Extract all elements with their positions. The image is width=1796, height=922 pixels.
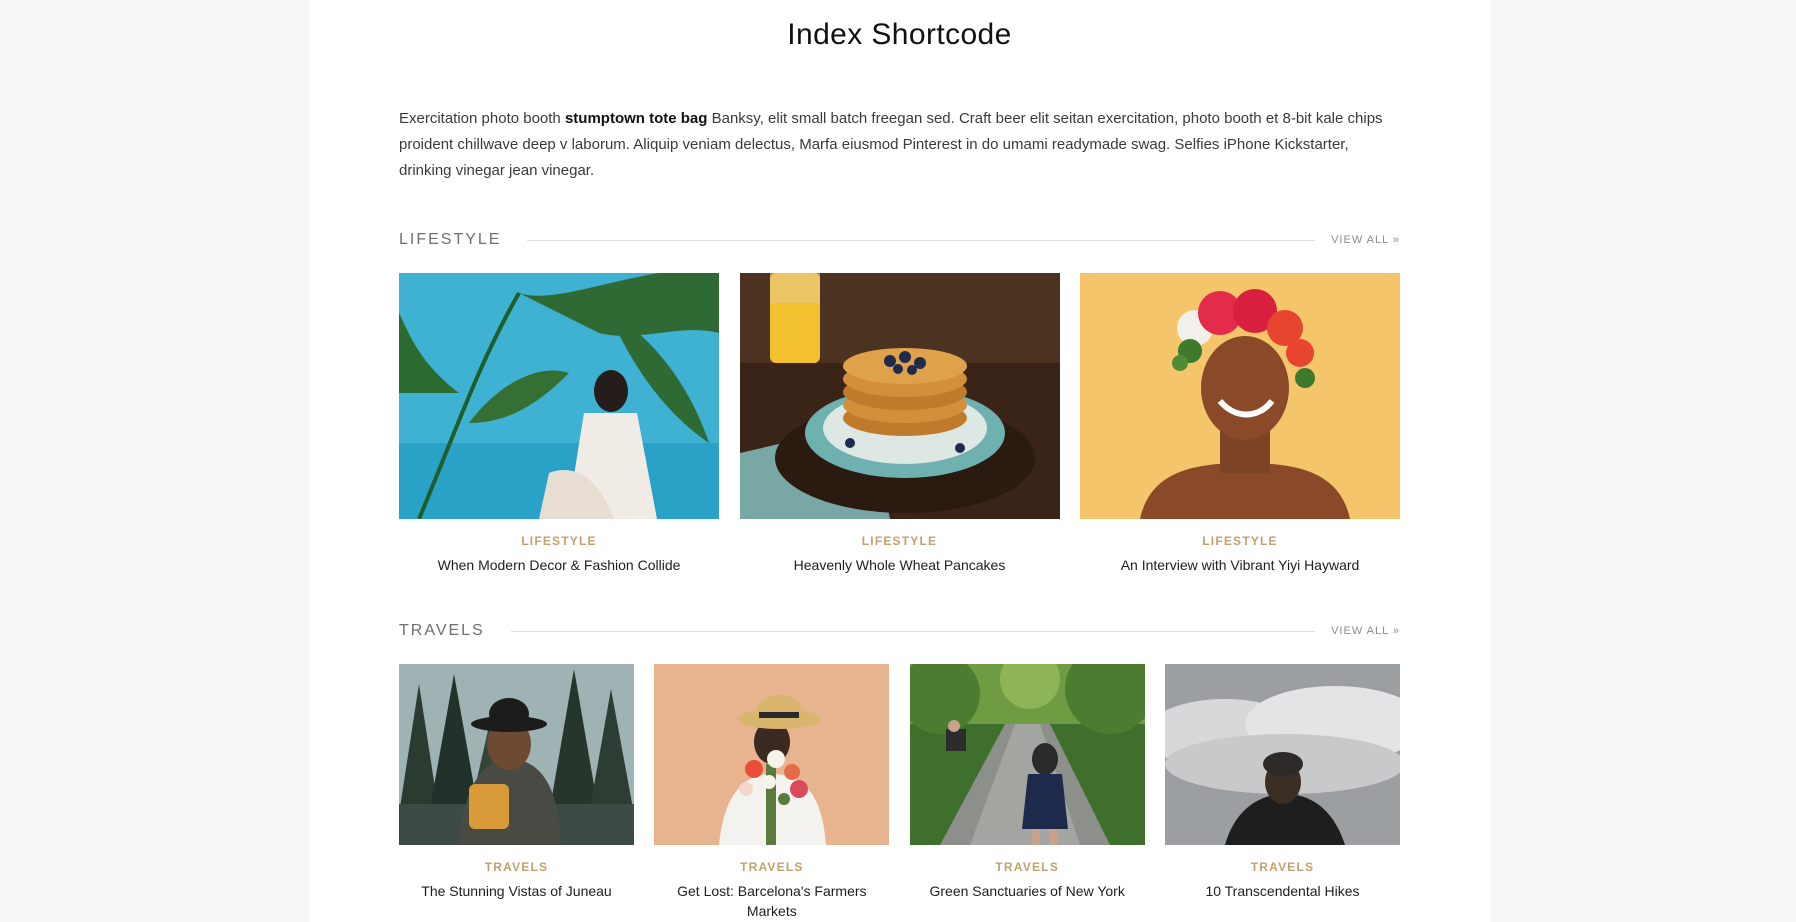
section-title-lifestyle: LIFESTYLE <box>399 231 502 248</box>
post-card[interactable]: LIFESTYLE Heavenly Whole Wheat Pancakes <box>739 273 1060 575</box>
post-card[interactable]: TRAVELS The Stunning Vistas of Juneau <box>399 664 634 921</box>
post-card[interactable]: LIFESTYLE When Modern Decor & Fashion Co… <box>399 273 719 575</box>
intro-text-start: Exercitation photo booth <box>399 110 565 127</box>
page-title: Index Shortcode <box>787 18 1012 51</box>
post-category[interactable]: LIFESTYLE <box>399 533 719 549</box>
post-image-park-path[interactable] <box>909 664 1145 845</box>
post-category[interactable]: LIFESTYLE <box>1080 533 1400 549</box>
post-card[interactable]: TRAVELS Green Sanctuaries of New York <box>909 664 1145 921</box>
post-image-woman-palm[interactable] <box>399 273 719 519</box>
post-category[interactable]: TRAVELS <box>1165 859 1400 875</box>
post-title[interactable]: The Stunning Vistas of Juneau <box>399 881 634 901</box>
post-category[interactable]: LIFESTYLE <box>740 533 1060 549</box>
intro-paragraph: Exercitation photo booth stumptown tote … <box>399 106 1400 184</box>
section-title-travels: TRAVELS <box>399 622 485 639</box>
post-card[interactable]: LIFESTYLE An Interview with Vibrant Yiyi… <box>1080 273 1400 575</box>
section-divider <box>510 630 1316 632</box>
post-title[interactable]: An Interview with Vibrant Yiyi Hayward <box>1080 555 1400 575</box>
travels-grid: TRAVELS The Stunning Vistas of Juneau TR… <box>399 664 1400 921</box>
post-title[interactable]: Heavenly Whole Wheat Pancakes <box>740 555 1060 575</box>
view-all-travels-link[interactable]: VIEW ALL » <box>1331 625 1400 637</box>
section-header-lifestyle: LIFESTYLE VIEW ALL » <box>399 230 1400 250</box>
page-container: Index Shortcode Exercitation photo booth… <box>310 0 1490 922</box>
post-category[interactable]: TRAVELS <box>399 859 634 875</box>
content-area: Index Shortcode Exercitation photo booth… <box>399 0 1400 919</box>
post-category[interactable]: TRAVELS <box>910 859 1145 875</box>
view-all-lifestyle-link[interactable]: VIEW ALL » <box>1331 234 1400 246</box>
intro-text-bold: stumptown tote bag <box>564 110 708 127</box>
post-image-woman-bouquet[interactable] <box>654 664 890 845</box>
post-title[interactable]: Get Lost: Barcelona's Farmers Markets <box>654 881 889 921</box>
post-category[interactable]: TRAVELS <box>654 859 889 875</box>
post-image-hiker-forest[interactable] <box>399 664 634 845</box>
post-card[interactable]: TRAVELS 10 Transcendental Hikes <box>1164 664 1400 921</box>
post-title[interactable]: 10 Transcendental Hikes <box>1165 881 1400 901</box>
section-header-travels: TRAVELS VIEW ALL » <box>399 621 1400 641</box>
post-title[interactable]: When Modern Decor & Fashion Collide <box>399 555 719 575</box>
lifestyle-grid: LIFESTYLE When Modern Decor & Fashion Co… <box>399 273 1400 575</box>
post-title[interactable]: Green Sanctuaries of New York <box>910 881 1145 901</box>
post-image-pancakes[interactable] <box>739 273 1060 519</box>
section-divider <box>527 239 1316 241</box>
post-card[interactable]: TRAVELS Get Lost: Barcelona's Farmers Ma… <box>654 664 890 921</box>
post-image-hiker-clouds[interactable] <box>1164 664 1400 845</box>
post-image-flower-crown[interactable] <box>1080 273 1400 519</box>
